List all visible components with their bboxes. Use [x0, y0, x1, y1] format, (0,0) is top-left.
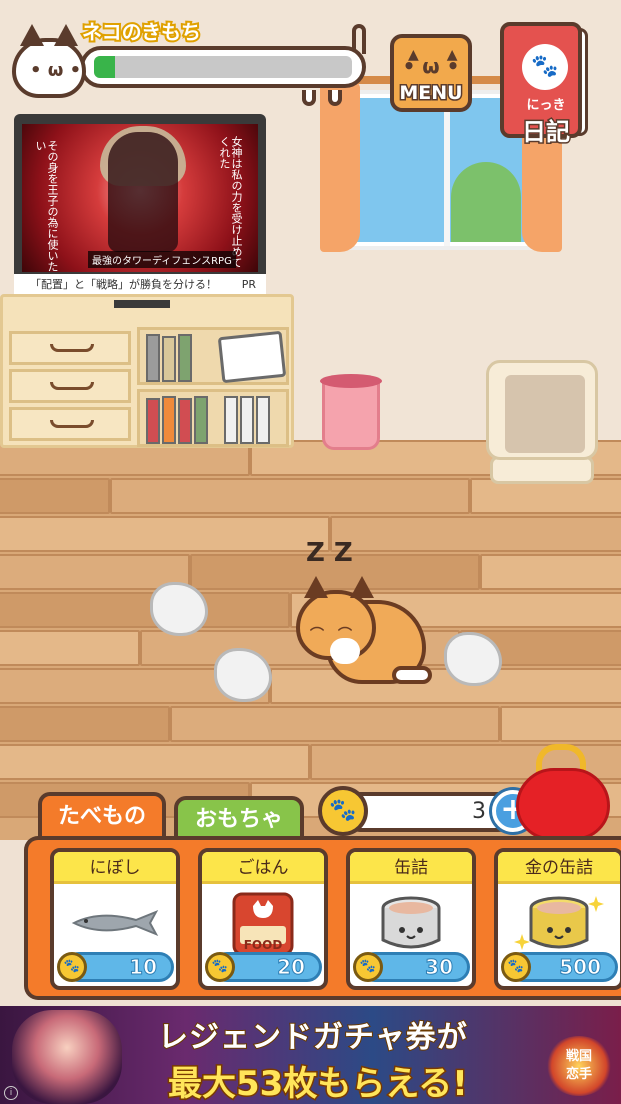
cat-can-icon — [350, 888, 472, 958]
item-price: 🐾 10 — [57, 952, 174, 982]
gold-can-icon — [498, 888, 620, 958]
paw-coin-icon: 🐾 — [501, 952, 531, 982]
tv: その身を王子の為に使いたい 女神は私の力を受け止めてくれた 最強のタワーディフェ… — [14, 114, 266, 300]
banner-ad[interactable]: レジェンドガチャ券が 最大53枚もらえる! 戦国 恋手 i — [0, 1006, 621, 1104]
mood-bar-fill — [94, 56, 115, 78]
ad-character-image — [12, 1010, 122, 1104]
paw-coin-icon: 🐾 — [318, 786, 368, 836]
shop-item-can[interactable]: 缶詰 🐾 30 — [346, 848, 476, 990]
cat-litter-icon — [505, 375, 585, 453]
drawer — [9, 331, 131, 365]
coin-count: 3 — [472, 799, 486, 824]
bookshelf-lower — [137, 389, 289, 447]
item-name: にぼし — [54, 852, 176, 884]
paw-coin-icon: 🐾 — [205, 952, 235, 982]
banner-line1: レジェンドガチャ券が — [157, 1019, 468, 1056]
bookshelf-upper — [137, 327, 289, 385]
ad-strip[interactable]: 「配置」と「戦略」が勝負を分ける！ PR — [14, 274, 266, 296]
ad-character-image — [108, 132, 178, 252]
cat-face-icon: • ω • — [402, 54, 460, 78]
mood-title: ネコのきもち — [80, 18, 203, 46]
shop-item-gohan[interactable]: ごはん FOOD 🐾 20 — [198, 848, 328, 990]
paw-coin-icon: 🐾 — [57, 952, 87, 982]
cat-face-icon: • ω • — [12, 24, 86, 98]
coin-purse-icon[interactable] — [516, 744, 610, 840]
item-price: 🐾 500 — [501, 952, 618, 982]
tv-ad[interactable]: その身を王子の為に使いたい 女神は私の力を受け止めてくれた 最強のタワーディフェ… — [22, 124, 258, 272]
drawer — [9, 369, 131, 403]
ad-pr-label: PR — [241, 278, 256, 291]
diary-ruby: にっき — [526, 98, 566, 113]
diary-button[interactable]: 🐾 にっき 日記 — [500, 22, 588, 148]
item-name: 缶詰 — [350, 852, 472, 884]
item-name: 金の缶詰 — [498, 852, 620, 884]
item-name: ごはん — [202, 852, 324, 884]
ad-info-icon[interactable]: i — [4, 1086, 18, 1100]
coin-counter: 3 🐾 + — [318, 786, 534, 836]
cabinet — [0, 294, 294, 448]
sleep-zzz-icon: Z Z — [306, 538, 353, 568]
open-book-icon — [217, 330, 287, 384]
paw-icon: 🐾 — [522, 44, 568, 90]
paw-coin-icon: 🐾 — [353, 952, 383, 982]
item-price: 🐾 20 — [205, 952, 322, 982]
ad-caption: 最強のタワーディフェンスRPG — [88, 251, 236, 268]
tab-toy[interactable]: おもちゃ — [174, 796, 304, 840]
trash-can-icon[interactable] — [320, 374, 382, 450]
sleeping-cat[interactable]: ⌒⌒ — [296, 570, 436, 700]
dried-sardine-icon — [54, 888, 176, 958]
menu-label: MENU — [398, 81, 464, 106]
shop-item-niboshi[interactable]: にぼし 🐾 10 — [50, 848, 180, 990]
diary-label: 日記 — [521, 117, 572, 148]
item-price: 🐾 30 — [353, 952, 470, 982]
ad-vertical-text-left: その身を王子の為に使いたい — [34, 140, 59, 272]
shop-item-gold-can[interactable]: 金の缶詰 🐾 500 — [494, 848, 621, 990]
drawer — [9, 407, 131, 441]
game-logo: 戦国 恋手 — [545, 1036, 613, 1096]
cat-mood-meter: • ω • ネコのきもち — [12, 16, 367, 108]
tab-food[interactable]: たべもの — [38, 792, 166, 840]
mood-bar — [80, 46, 366, 88]
banner-line2: 最大53枚もらえる! — [167, 1063, 470, 1104]
food-bag-label: FOOD — [243, 938, 283, 952]
litter-box[interactable] — [486, 360, 598, 484]
menu-button[interactable]: ▲ ▲ • ω • MENU — [390, 34, 472, 112]
ad-strip-text: 「配置」と「戦略」が勝負を分ける！ — [30, 278, 217, 291]
